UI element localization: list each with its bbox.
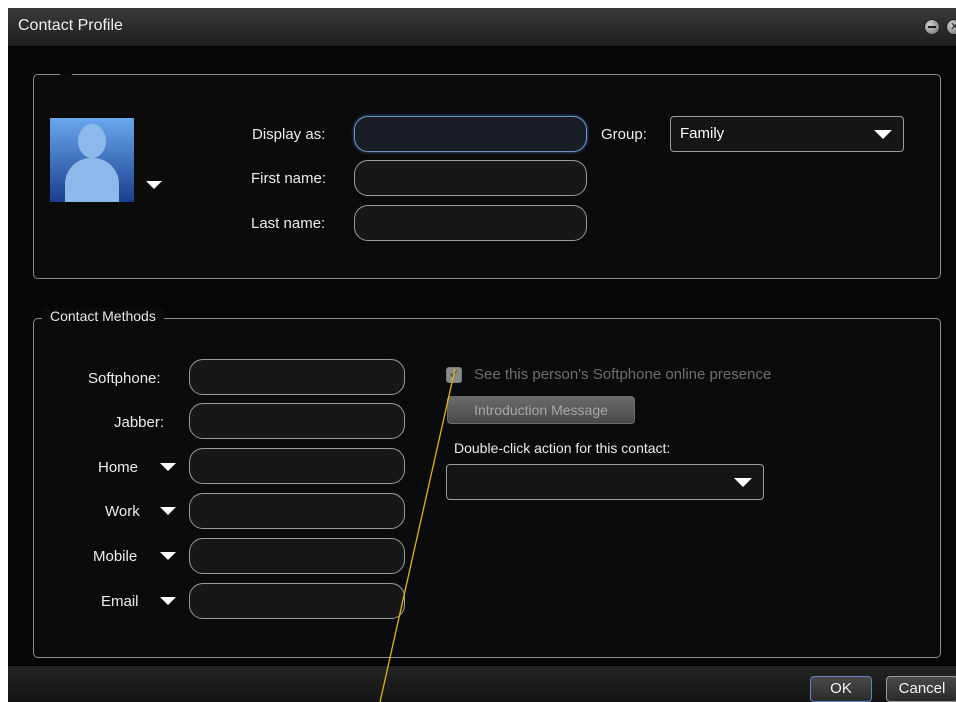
first-name-label: First name: — [251, 170, 327, 187]
avatar-body-shape — [65, 158, 119, 202]
softphone-label: Softphone: — [88, 370, 161, 387]
presence-checkbox[interactable] — [446, 367, 462, 383]
group-select-value: Family — [680, 125, 725, 142]
contact-profile-window: Contact Profile Display as: First name: … — [8, 8, 956, 702]
chevron-down-icon — [874, 130, 892, 139]
group-select[interactable]: Family — [670, 116, 904, 152]
mobile-input[interactable] — [189, 538, 405, 574]
first-name-input[interactable] — [354, 160, 587, 196]
work-input[interactable] — [189, 493, 405, 529]
double-click-action-select[interactable] — [446, 464, 764, 500]
close-icon[interactable] — [946, 19, 956, 35]
home-input[interactable] — [189, 448, 405, 484]
home-type-label: Home — [98, 459, 139, 476]
work-type-dropdown-icon[interactable] — [160, 507, 176, 515]
last-name-label: Last name: — [251, 215, 326, 232]
contact-methods-group: Contact Methods Softphone: Jabber: Home … — [33, 308, 941, 658]
group-border-gap — [60, 73, 72, 77]
profile-group: Display as: First name: Last name: Group… — [33, 73, 941, 279]
email-type-label: Email — [101, 593, 139, 610]
mobile-type-label: Mobile — [93, 548, 138, 565]
jabber-input[interactable] — [189, 403, 405, 439]
work-type-label: Work — [105, 503, 140, 520]
avatar[interactable] — [50, 118, 134, 202]
introduction-message-button[interactable]: Introduction Message — [447, 396, 635, 424]
display-as-input[interactable] — [354, 116, 587, 152]
jabber-label: Jabber: — [114, 414, 165, 431]
minimize-icon[interactable] — [924, 19, 940, 35]
ok-button[interactable]: OK — [810, 676, 872, 702]
group-label: Group: — [601, 126, 647, 143]
email-type-dropdown-icon[interactable] — [160, 597, 176, 605]
chevron-down-icon — [734, 478, 752, 487]
dialog-footer: OK Cancel — [8, 665, 956, 702]
mobile-type-dropdown-icon[interactable] — [160, 552, 176, 560]
window-title: Contact Profile — [18, 17, 123, 34]
home-type-dropdown-icon[interactable] — [160, 463, 176, 471]
contact-methods-legend: Contact Methods — [42, 308, 164, 324]
double-click-action-label: Double-click action for this contact: — [454, 440, 671, 456]
avatar-dropdown-arrow-icon[interactable] — [146, 181, 162, 189]
softphone-input[interactable] — [189, 359, 405, 395]
cancel-button[interactable]: Cancel — [886, 676, 956, 702]
presence-checkbox-label: See this person's Softphone online prese… — [474, 366, 772, 383]
display-as-label: Display as: — [252, 126, 326, 143]
last-name-input[interactable] — [354, 205, 587, 241]
dialog-content: Display as: First name: Last name: Group… — [8, 47, 956, 665]
email-input[interactable] — [189, 583, 405, 619]
avatar-head-shape — [78, 124, 106, 158]
title-bar[interactable]: Contact Profile — [8, 8, 956, 47]
